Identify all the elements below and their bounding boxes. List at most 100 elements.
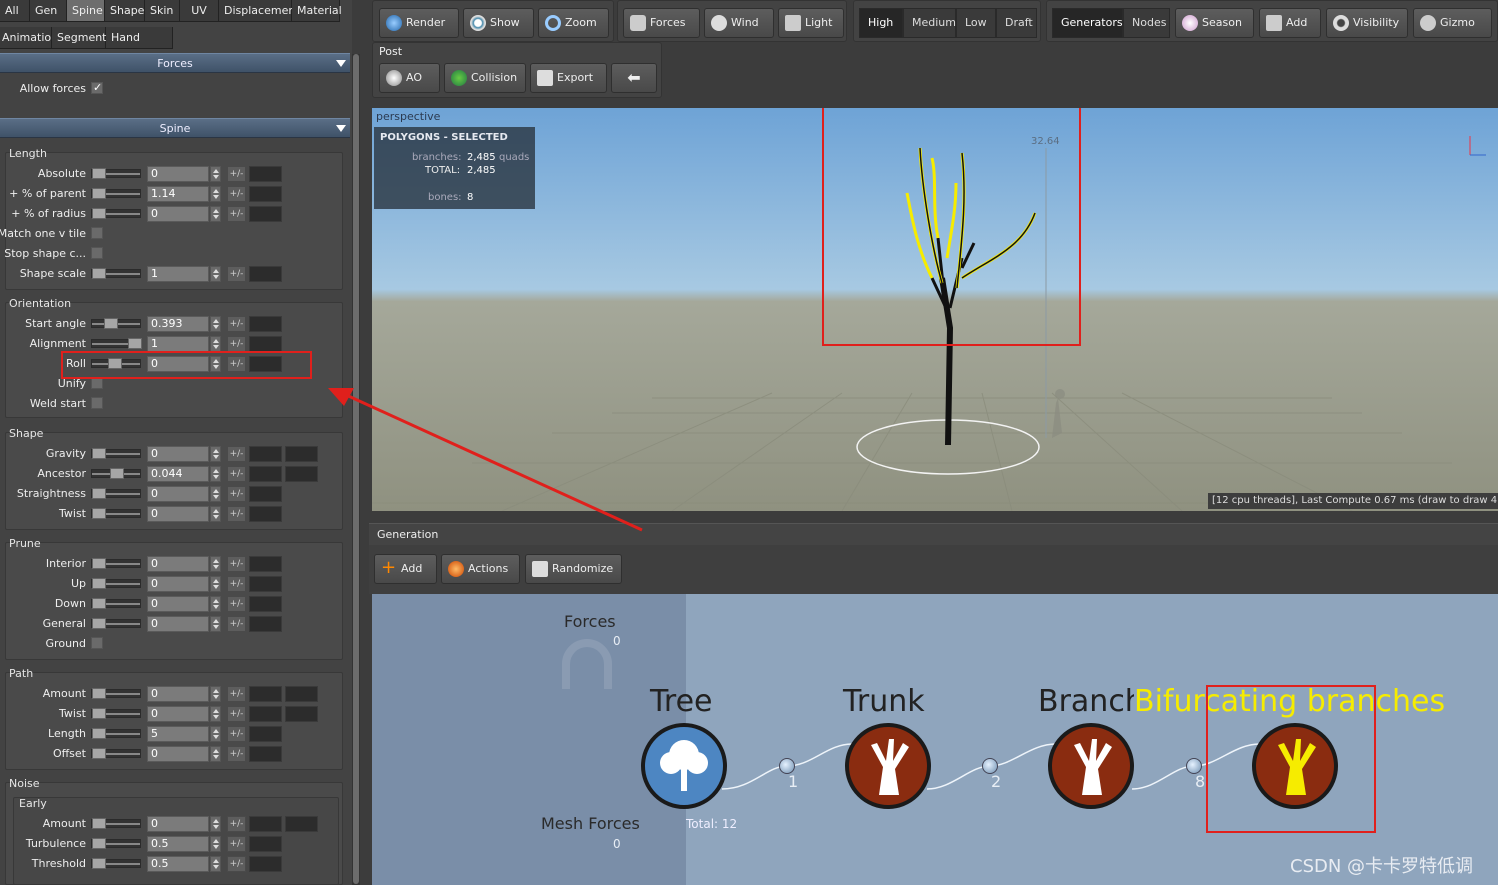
amount-slider[interactable] xyxy=(91,688,141,699)
randomize-range-button[interactable]: +/- xyxy=(227,166,246,182)
twist-slider[interactable] xyxy=(91,508,141,519)
slider-knob[interactable] xyxy=(92,188,106,199)
ao-button[interactable]: AO xyxy=(379,63,440,93)
tab-hand-drawn[interactable]: Hand Drawn xyxy=(106,27,173,66)
tab-generators[interactable]: Generators xyxy=(1052,8,1123,38)
spinner-arrows-icon[interactable] xyxy=(210,336,221,352)
curve-editor[interactable] xyxy=(249,506,282,522)
slider-knob[interactable] xyxy=(128,338,142,349)
trunk-node[interactable] xyxy=(845,723,931,809)
slider-knob[interactable] xyxy=(92,818,106,829)
forces-section-header[interactable]: Forces xyxy=(0,53,350,73)
stop-shape-c-checkbox[interactable] xyxy=(91,247,103,259)
secondary-curve-editor[interactable] xyxy=(285,706,318,722)
curve-editor[interactable] xyxy=(249,686,282,702)
randomize-range-button[interactable]: +/- xyxy=(227,206,246,222)
offset-slider[interactable] xyxy=(91,748,141,759)
curve-editor[interactable] xyxy=(249,726,282,742)
resolution-low[interactable]: Low xyxy=(956,8,996,38)
twist-value-field[interactable]: 0 xyxy=(147,506,209,522)
collision-button[interactable]: Collision xyxy=(444,63,526,93)
turbulence-value-field[interactable]: 0.5 xyxy=(147,836,209,852)
twist-value-field[interactable]: 0 xyxy=(147,706,209,722)
spinner-arrows-icon[interactable] xyxy=(210,856,221,872)
down-value-field[interactable]: 0 xyxy=(147,596,209,612)
secondary-curve-editor[interactable] xyxy=(285,686,318,702)
interior-value-field[interactable]: 0 xyxy=(147,556,209,572)
slider-knob[interactable] xyxy=(92,838,106,849)
randomize-range-button[interactable]: +/- xyxy=(227,836,246,852)
randomize-range-button[interactable]: +/- xyxy=(227,506,246,522)
tab-displacement[interactable]: Displacement xyxy=(219,0,300,22)
randomize-range-button[interactable]: +/- xyxy=(227,616,246,632)
up-slider[interactable] xyxy=(91,578,141,589)
randomize-range-button[interactable]: +/- xyxy=(227,186,246,202)
spinner-arrows-icon[interactable] xyxy=(210,446,221,462)
amount-slider[interactable] xyxy=(91,818,141,829)
of-parent-slider[interactable] xyxy=(91,188,141,199)
threshold-slider[interactable] xyxy=(91,858,141,869)
visibility-button[interactable]: Visibility xyxy=(1326,8,1408,38)
spinner-arrows-icon[interactable] xyxy=(210,316,221,332)
curve-editor[interactable] xyxy=(249,206,282,222)
down-slider[interactable] xyxy=(91,598,141,609)
absolute-slider[interactable] xyxy=(91,168,141,179)
slider-knob[interactable] xyxy=(92,578,106,589)
spinner-arrows-icon[interactable] xyxy=(210,816,221,832)
randomize-range-button[interactable]: +/- xyxy=(227,316,246,332)
shape-scale-slider[interactable] xyxy=(91,268,141,279)
ancestor-slider[interactable] xyxy=(91,468,141,479)
curve-editor[interactable] xyxy=(249,596,282,612)
property-scrollbar[interactable] xyxy=(352,54,360,885)
straightness-slider[interactable] xyxy=(91,488,141,499)
spinner-arrows-icon[interactable] xyxy=(210,506,221,522)
randomize-range-button[interactable]: +/- xyxy=(227,686,246,702)
randomize-range-button[interactable]: +/- xyxy=(227,446,246,462)
straightness-value-field[interactable]: 0 xyxy=(147,486,209,502)
randomize-range-button[interactable]: +/- xyxy=(227,726,246,742)
back-button[interactable]: ⬅ xyxy=(611,63,657,93)
export-button[interactable]: Export xyxy=(530,63,607,93)
spinner-arrows-icon[interactable] xyxy=(210,206,221,222)
spinner-arrows-icon[interactable] xyxy=(210,746,221,762)
of-parent-value-field[interactable]: 1.14 xyxy=(147,186,209,202)
slider-knob[interactable] xyxy=(92,448,106,459)
twist-slider[interactable] xyxy=(91,708,141,719)
add-generator-button[interactable]: Add xyxy=(1259,8,1321,38)
curve-editor[interactable] xyxy=(249,556,282,572)
scrollbar-thumb[interactable] xyxy=(353,54,359,884)
slider-knob[interactable] xyxy=(92,168,106,179)
curve-editor[interactable] xyxy=(249,336,282,352)
alignment-slider[interactable] xyxy=(91,338,142,349)
slider-knob[interactable] xyxy=(92,208,106,219)
start-angle-value-field[interactable]: 0.393 xyxy=(147,316,209,332)
spinner-arrows-icon[interactable] xyxy=(210,726,221,742)
randomize-range-button[interactable]: +/- xyxy=(227,706,246,722)
turbulence-slider[interactable] xyxy=(91,838,141,849)
season-button[interactable]: Season xyxy=(1175,8,1254,38)
randomize-range-button[interactable]: +/- xyxy=(227,556,246,572)
curve-editor[interactable] xyxy=(249,466,282,482)
3d-viewport[interactable]: perspective 32.64 [12 cpu threads], Last… xyxy=(372,108,1498,511)
gravity-slider[interactable] xyxy=(91,448,141,459)
render-button[interactable]: Render xyxy=(379,8,459,38)
randomize-range-button[interactable]: +/- xyxy=(227,856,246,872)
tree-node[interactable] xyxy=(641,723,727,809)
ground-checkbox[interactable] xyxy=(91,637,103,649)
length-slider[interactable] xyxy=(91,728,141,739)
spine-section-header[interactable]: Spine xyxy=(0,118,350,138)
secondary-curve-editor[interactable] xyxy=(285,816,318,832)
slider-knob[interactable] xyxy=(104,318,118,329)
absolute-value-field[interactable]: 0 xyxy=(147,166,209,182)
length-value-field[interactable]: 5 xyxy=(147,726,209,742)
tab-spine[interactable]: Spine xyxy=(67,0,105,22)
randomize-range-button[interactable]: +/- xyxy=(227,576,246,592)
up-value-field[interactable]: 0 xyxy=(147,576,209,592)
curve-editor[interactable] xyxy=(249,446,282,462)
randomize-range-button[interactable]: +/- xyxy=(227,266,246,282)
node-graph[interactable]: Forces 0 Mesh Forces 0 Total: 12 Tree Tr… xyxy=(372,594,1498,885)
show-button[interactable]: Show xyxy=(463,8,534,38)
curve-editor[interactable] xyxy=(249,706,282,722)
spinner-arrows-icon[interactable] xyxy=(210,686,221,702)
weld-start-checkbox[interactable] xyxy=(91,397,103,409)
